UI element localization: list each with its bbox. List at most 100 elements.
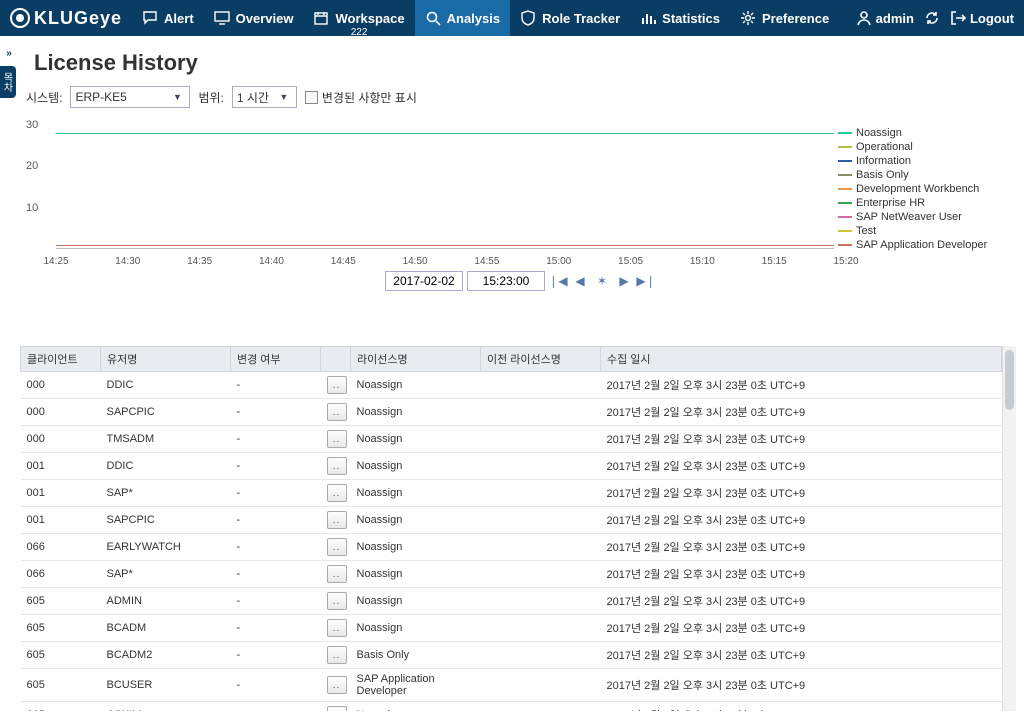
col-changed[interactable]: 변경 여부 [231, 347, 321, 372]
cell-collected: 2017년 2월 2일 오후 3시 23분 0초 UTC+9 [601, 669, 1002, 702]
cell-action: .. [321, 399, 351, 426]
user-link[interactable]: admin [856, 10, 914, 26]
system-select[interactable]: ERP-KE5 ▼ [70, 86, 190, 108]
logout-button[interactable]: Logout [950, 10, 1014, 26]
legend-item[interactable]: Noassign [838, 127, 1010, 139]
table-row[interactable]: 605BCADM2-..Basis Only2017년 2월 2일 오후 3시 … [21, 642, 1002, 669]
legend-item[interactable]: Information [838, 155, 1010, 167]
legend-label: Enterprise HR [856, 197, 925, 209]
cell-action: .. [321, 426, 351, 453]
y-tick: 30 [26, 119, 38, 131]
legend-label: Development Workbench [856, 183, 979, 195]
cell-action: .. [321, 561, 351, 588]
table-row[interactable]: 001DDIC-..Noassign2017년 2월 2일 오후 3시 23분 … [21, 453, 1002, 480]
row-details-button[interactable]: .. [327, 538, 347, 556]
cell-prev-license [481, 372, 601, 399]
x-tick: 14:45 [331, 256, 356, 267]
row-details-button[interactable]: .. [327, 676, 347, 694]
cell-prev-license [481, 507, 601, 534]
cell-action: .. [321, 615, 351, 642]
table-row[interactable]: 605CSKIM-..Noassign2017년 2월 2일 오후 3시 23분… [21, 702, 1002, 712]
col-client[interactable]: 클라이언트 [21, 347, 101, 372]
cell-prev-license [481, 561, 601, 588]
table-row[interactable]: 066SAP*-..Noassign2017년 2월 2일 오후 3시 23분 … [21, 561, 1002, 588]
table-row[interactable]: 000SAPCPIC-..Noassign2017년 2월 2일 오후 3시 2… [21, 399, 1002, 426]
range-select[interactable]: 1 시간 ▼ [232, 86, 297, 108]
menu-statistics[interactable]: Statistics [630, 0, 730, 36]
col-prev-license[interactable]: 이전 라이선스명 [481, 347, 601, 372]
menu-workspace[interactable]: Workspace 222 [303, 0, 414, 36]
legend-item[interactable]: SAP Application Developer [838, 239, 1010, 251]
cell-changed: - [231, 669, 321, 702]
table-row[interactable]: 001SAP*-..Noassign2017년 2월 2일 오후 3시 23분 … [21, 480, 1002, 507]
table-row[interactable]: 605BCUSER-..SAP Application Developer201… [21, 669, 1002, 702]
nav-next-button[interactable]: ▶ [615, 272, 633, 290]
table-row[interactable]: 605BCADM-..Noassign2017년 2월 2일 오후 3시 23분… [21, 615, 1002, 642]
refresh-button[interactable] [924, 10, 940, 26]
side-tab-toc[interactable]: 목차 [0, 66, 16, 98]
row-details-button[interactable]: .. [327, 457, 347, 475]
time-input[interactable] [467, 271, 545, 291]
cell-license: Noassign [351, 480, 481, 507]
row-details-button[interactable]: .. [327, 565, 347, 583]
menu-preference[interactable]: Preference [730, 0, 839, 36]
row-details-button[interactable]: .. [327, 403, 347, 421]
chart-plot [56, 125, 834, 249]
table-row[interactable]: 605ADMIN-..Noassign2017년 2월 2일 오후 3시 23분… [21, 588, 1002, 615]
chart: 102030 14:2514:3014:3514:4014:4514:5014:… [26, 117, 1014, 267]
changed-only-checkbox[interactable]: 변경된 사항만 표시 [305, 89, 417, 106]
menu-role-tracker[interactable]: Role Tracker [510, 0, 630, 36]
row-details-button[interactable]: .. [327, 376, 347, 394]
row-details-button[interactable]: .. [327, 484, 347, 502]
row-details-button[interactable]: .. [327, 646, 347, 664]
cell-collected: 2017년 2월 2일 오후 3시 23분 0초 UTC+9 [601, 534, 1002, 561]
table-row[interactable]: 000DDIC-..Noassign2017년 2월 2일 오후 3시 23분 … [21, 372, 1002, 399]
chart-series-line [56, 133, 834, 134]
row-details-button[interactable]: .. [327, 511, 347, 529]
scroll-thumb[interactable] [1005, 350, 1014, 410]
row-details-button[interactable]: .. [327, 619, 347, 637]
table-row[interactable]: 000TMSADM-..Noassign2017년 2월 2일 오후 3시 23… [21, 426, 1002, 453]
legend-label: Information [856, 155, 911, 167]
nav-live-button[interactable]: ✶ [593, 272, 611, 290]
row-details-button[interactable]: .. [327, 430, 347, 448]
cell-user: ADMIN [101, 588, 231, 615]
legend-item[interactable]: SAP NetWeaver User [838, 211, 1010, 223]
y-tick: 20 [26, 160, 38, 172]
cell-license: Basis Only [351, 642, 481, 669]
table-row[interactable]: 066EARLYWATCH-..Noassign2017년 2월 2일 오후 3… [21, 534, 1002, 561]
legend-item[interactable]: Operational [838, 141, 1010, 153]
cell-license: Noassign [351, 534, 481, 561]
menu-analysis[interactable]: Analysis [415, 0, 510, 36]
calendar-icon [313, 10, 329, 26]
chart-legend: Noassign Operational Information Basis Only… [834, 117, 1014, 267]
nav-first-button[interactable]: ❘◀ [549, 272, 567, 290]
cell-collected: 2017년 2월 2일 오후 3시 23분 0초 UTC+9 [601, 702, 1002, 712]
col-license[interactable]: 라이선스명 [351, 347, 481, 372]
vertical-scrollbar[interactable] [1002, 346, 1016, 711]
cell-collected: 2017년 2월 2일 오후 3시 23분 0초 UTC+9 [601, 372, 1002, 399]
legend-label: Test [856, 225, 876, 237]
col-collected[interactable]: 수집 일시 [601, 347, 1002, 372]
date-input[interactable] [385, 271, 463, 291]
chart-plot-area: 102030 14:2514:3014:3514:4014:4514:5014:… [26, 117, 834, 267]
menu-overview[interactable]: Overview [204, 0, 304, 36]
x-tick: 15:00 [546, 256, 571, 267]
table-row[interactable]: 001SAPCPIC-..Noassign2017년 2월 2일 오후 3시 2… [21, 507, 1002, 534]
nav-last-button[interactable]: ▶❘ [637, 272, 655, 290]
cell-collected: 2017년 2월 2일 오후 3시 23분 0초 UTC+9 [601, 426, 1002, 453]
col-user[interactable]: 유저명 [101, 347, 231, 372]
legend-item[interactable]: Development Workbench [838, 183, 1010, 195]
nav-prev-button[interactable]: ◀ [571, 272, 589, 290]
side-expand-icon[interactable]: » [2, 46, 16, 60]
legend-color-swatch [838, 132, 852, 134]
legend-item[interactable]: Enterprise HR [838, 197, 1010, 209]
menu-alert[interactable]: Alert [132, 0, 204, 36]
col-action[interactable] [321, 347, 351, 372]
legend-item[interactable]: Basis Only [838, 169, 1010, 181]
row-details-button[interactable]: .. [327, 592, 347, 610]
row-details-button[interactable]: .. [327, 706, 347, 711]
legend-item[interactable]: Test [838, 225, 1010, 237]
cell-action: .. [321, 372, 351, 399]
cell-client: 000 [21, 426, 101, 453]
